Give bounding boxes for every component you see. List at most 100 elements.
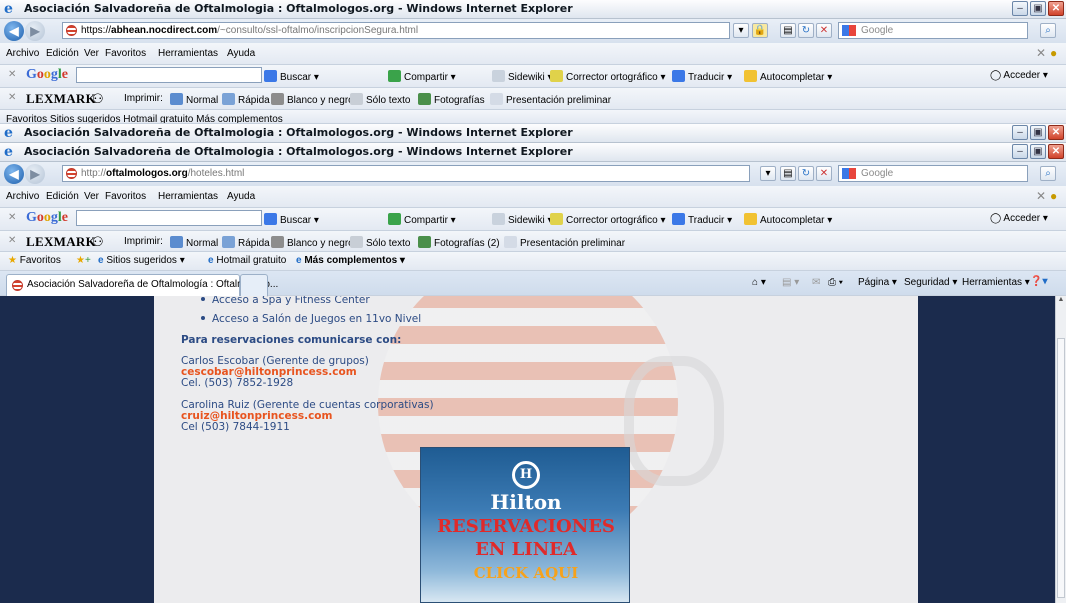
print-rapida-button[interactable]: Rápida <box>222 93 270 106</box>
close-toolbar-icon[interactable]: ✕ <box>8 212 16 223</box>
stop-button[interactable]: ✕ <box>816 166 832 181</box>
print-icon[interactable]: ⎙ ▾ <box>828 277 843 288</box>
google-compartir-button[interactable]: Compartir ▾ <box>388 213 456 226</box>
front-window-titlebar[interactable]: e Asociación Salvadoreña de Oftalmologia… <box>0 143 1066 162</box>
search-button[interactable]: ⌕ <box>1040 23 1056 38</box>
hilton-reservations-banner[interactable]: H Hilton RESERVACIONES EN LINEA CLICK AQ… <box>420 447 630 603</box>
google-traducir-button[interactable]: Traducir ▾ <box>672 213 732 226</box>
google-search-input[interactable] <box>76 67 262 83</box>
lock-icon[interactable]: 🔒 <box>752 23 768 38</box>
tab-oftalmologos[interactable]: Asociación Salvadoreña de Oftalmología :… <box>6 274 278 296</box>
print-solo-texto-button[interactable]: Sólo texto <box>350 93 410 106</box>
new-tab-button[interactable] <box>240 274 268 296</box>
menu-herramientas[interactable]: Herramientas <box>158 48 218 59</box>
forward-nav-button[interactable]: ▶ <box>25 21 45 41</box>
google-search-input[interactable] <box>76 210 262 226</box>
front-address-field[interactable]: http://oftalmologos.org/hoteles.html <box>62 165 750 182</box>
print-fotografias-button[interactable]: Fotografías <box>418 93 485 106</box>
close-toolbar-icon[interactable]: ✕ <box>8 69 16 80</box>
url-prefix: https:// <box>81 25 112 36</box>
google-buscar-button[interactable]: Buscar ▾ <box>264 70 319 83</box>
google-sidewiki-button[interactable]: Sidewiki ▾ <box>492 70 553 83</box>
google-autocompletar-button[interactable]: Autocompletar ▾ <box>744 213 832 226</box>
scroll-thumb[interactable] <box>1057 338 1065 598</box>
google-buscar-button[interactable]: Buscar ▾ <box>264 213 319 226</box>
minimize-button[interactable]: – <box>1012 125 1028 140</box>
hotmail-link[interactable]: e Hotmail gratuito <box>208 255 286 266</box>
close-button[interactable]: ✕ <box>1048 144 1064 159</box>
menu-ayuda[interactable]: Ayuda <box>227 191 255 202</box>
close-toolbar-icon[interactable]: ✕ <box>8 92 16 103</box>
minimize-button[interactable]: – <box>1012 144 1028 159</box>
sitios-sugeridos-button[interactable]: e Sitios sugeridos ▾ <box>98 255 185 266</box>
print-blanco-button[interactable]: Blanco y negro <box>271 93 354 106</box>
addons-icon[interactable]: ● <box>1050 189 1057 203</box>
favoritos-button[interactable]: ★ Favoritos <box>8 255 61 266</box>
acceder-button[interactable]: ◯ Acceder ▾ <box>990 70 1048 81</box>
menu-archivo[interactable]: Archivo <box>6 191 39 202</box>
forward-nav-button[interactable]: ▶ <box>25 164 45 184</box>
mas-complementos-button[interactable]: e Más complementos ▾ <box>296 255 405 266</box>
menu-ayuda[interactable]: Ayuda <box>227 48 255 59</box>
feeds-icon[interactable]: ▤ ▾ <box>782 277 799 288</box>
back-nav-button[interactable]: ◀ <box>4 164 24 184</box>
maximize-button[interactable]: ▣ <box>1030 144 1046 159</box>
close-toolbar-icon[interactable]: ✕ <box>8 235 16 246</box>
acceder-button[interactable]: ◯ Acceder ▾ <box>990 213 1048 224</box>
compat-view-button[interactable]: ▤ <box>780 23 796 38</box>
close-button[interactable]: ✕ <box>1048 1 1064 16</box>
mail-icon[interactable]: ✉ <box>812 277 820 288</box>
herramientas-menu[interactable]: Herramientas ▾ <box>962 277 1030 288</box>
scroll-up-arrow-icon[interactable]: ▲ <box>1056 296 1066 306</box>
menu-favoritos[interactable]: Favoritos <box>105 48 146 59</box>
compat-view-button[interactable]: ▤ <box>780 166 796 181</box>
close-button[interactable]: ✕ <box>1048 125 1064 140</box>
vertical-scrollbar[interactable]: ▲ <box>1055 296 1066 603</box>
menu-ver[interactable]: Ver <box>84 48 99 59</box>
menu-herramientas[interactable]: Herramientas <box>158 191 218 202</box>
close-toolbar-icon[interactable]: ✕ <box>1036 46 1046 60</box>
search-button[interactable]: ⌕ <box>1040 166 1056 181</box>
address-dropdown-button[interactable]: ▾ <box>733 23 749 38</box>
menu-favoritos[interactable]: Favoritos <box>105 191 146 202</box>
maximize-button[interactable]: ▣ <box>1030 1 1046 16</box>
back-window-titlebar[interactable]: e Asociación Salvadoreña de Oftalmologia… <box>0 0 1066 19</box>
google-autocompletar-button[interactable]: Autocompletar ▾ <box>744 70 832 83</box>
print-presentacion-button[interactable]: Presentación preliminar <box>504 236 625 249</box>
search-box[interactable]: Google <box>838 165 1028 182</box>
address-dropdown-button[interactable]: ▾ <box>760 166 776 181</box>
print-normal-button[interactable]: Normal <box>170 236 218 249</box>
back-address-field[interactable]: https://abhean.nocdirect.com/~consulto/s… <box>62 22 730 39</box>
back-nav-button[interactable]: ◀ <box>4 21 24 41</box>
google-traducir-button[interactable]: Traducir ▾ <box>672 70 732 83</box>
google-compartir-button[interactable]: Compartir ▾ <box>388 70 456 83</box>
addons-icon[interactable]: ● <box>1050 46 1057 60</box>
menu-edicion[interactable]: Edición <box>46 191 79 202</box>
pagina-menu[interactable]: Página ▾ <box>858 277 897 288</box>
google-sidewiki-button[interactable]: Sidewiki ▾ <box>492 213 553 226</box>
google-corrector-button[interactable]: Corrector ortográfico ▾ <box>550 70 666 83</box>
menu-edicion[interactable]: Edición <box>46 48 79 59</box>
refresh-button[interactable]: ↻ <box>798 166 814 181</box>
add-favorites-icon[interactable]: ★+ <box>76 255 91 266</box>
print-normal-button[interactable]: Normal <box>170 93 218 106</box>
minimize-button[interactable]: – <box>1012 1 1028 16</box>
menu-ver[interactable]: Ver <box>84 191 99 202</box>
maximize-button[interactable]: ▣ <box>1030 125 1046 140</box>
close-toolbar-icon[interactable]: ✕ <box>1036 189 1046 203</box>
print-presentacion-button[interactable]: Presentación preliminar <box>490 93 611 106</box>
menu-archivo[interactable]: Archivo <box>6 48 39 59</box>
help-icon[interactable]: ❓▾ <box>1030 276 1047 287</box>
mid-window-titlebar[interactable]: e Asociación Salvadoreña de Oftalmologia… <box>0 124 1066 143</box>
print-rapida-button[interactable]: Rápida <box>222 236 270 249</box>
stop-button[interactable]: ✕ <box>816 23 832 38</box>
print-solo-texto-button[interactable]: Sólo texto <box>350 236 410 249</box>
lexmark-logo: LEXMARK <box>26 91 96 106</box>
seguridad-menu[interactable]: Seguridad ▾ <box>904 277 957 288</box>
search-box[interactable]: Google <box>838 22 1028 39</box>
google-corrector-button[interactable]: Corrector ortográfico ▾ <box>550 213 666 226</box>
print-fotografias-button[interactable]: Fotografías (2) <box>418 236 500 249</box>
print-blanco-button[interactable]: Blanco y negro <box>271 236 354 249</box>
refresh-button[interactable]: ↻ <box>798 23 814 38</box>
home-icon[interactable]: ⌂ ▾ <box>752 277 766 288</box>
